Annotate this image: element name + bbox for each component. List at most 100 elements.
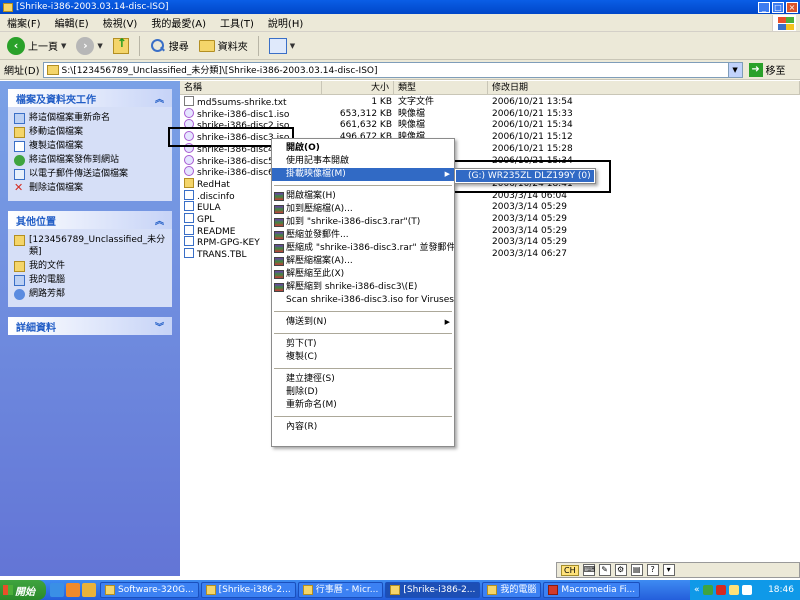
menu-edit[interactable]: 編輯(E) — [48, 15, 96, 30]
context-menu-item[interactable]: 壓縮並發郵件... — [272, 229, 454, 242]
tray-volume-icon[interactable] — [728, 585, 739, 595]
file-name: md5sums-shrike.txt — [197, 98, 287, 108]
menu-tools[interactable]: 工具(T) — [213, 15, 261, 30]
address-value: S:\[123456789_Unclassified_未分類]\[Shrike-… — [61, 66, 378, 76]
globe-icon — [14, 155, 25, 166]
task-pane: 檔案及資料夾工作 ︽ 將這個檔案重新命名 移動這個檔案 複製這個檔案 將這個檔案… — [0, 81, 180, 576]
minimize-button[interactable]: _ — [758, 1, 770, 13]
taskbar-button-software[interactable]: Software-320G... — [100, 582, 199, 598]
taskbar-button-shrike-2[interactable]: [Shrike-i386-2... — [385, 582, 481, 598]
close-button[interactable]: × — [786, 1, 798, 13]
back-button[interactable]: ‹ 上一頁 ▼ — [4, 35, 69, 57]
context-menu-item[interactable]: 加到 "shrike-i386-disc3.rar"(T) — [272, 216, 454, 229]
menu-help[interactable]: 說明(H) — [261, 15, 310, 30]
details-header[interactable]: 詳細資料 ︾ — [8, 317, 172, 335]
collapse-icon[interactable]: ︽ — [155, 92, 164, 105]
task-delete[interactable]: ✕ 刪除這個檔案 — [14, 181, 166, 195]
help-icon[interactable]: ? — [646, 564, 659, 576]
other-places-header[interactable]: 其他位置 ︽ — [8, 211, 172, 229]
taskbar-button-shrike-1[interactable]: [Shrike-i386-2... — [200, 582, 296, 598]
address-dropdown-button[interactable]: ▼ — [727, 62, 742, 77]
context-menu-item[interactable]: 刪除(D) — [272, 386, 454, 399]
context-menu-item[interactable]: 加到壓縮檔(A)... — [272, 203, 454, 216]
iso-file-icon — [184, 107, 194, 118]
file-type: 映像檔 — [398, 108, 426, 119]
taskbar-button-macromedia[interactable]: Macromedia Fi... — [543, 582, 641, 598]
folders-button[interactable]: 資料夾 — [196, 36, 251, 55]
ie-icon[interactable] — [50, 583, 64, 597]
context-menu-item[interactable]: 重新命名(M) — [272, 399, 454, 412]
context-menu-item[interactable]: 開啟檔案(H) — [272, 190, 454, 203]
tray-network-icon[interactable] — [702, 585, 713, 595]
winrar-icon — [274, 244, 284, 253]
maximize-button[interactable]: □ — [772, 1, 784, 13]
pad-icon[interactable]: ▤ — [630, 564, 643, 576]
file-row[interactable]: shrike-i386-disc1.iso 653,312 KB 映像檔 2006/1… — [180, 107, 800, 120]
forward-button[interactable]: › ▼ — [73, 35, 105, 57]
place-parent-folder[interactable]: [123456789_Unclassified_未分類] — [14, 233, 166, 259]
submenu-drive-item[interactable]: (G:) WR235ZL DLZ199Y (0) — [456, 170, 594, 182]
taskbar-button-calendar[interactable]: 行事曆 - Micr... — [297, 582, 384, 598]
winrar-icon — [274, 283, 284, 292]
context-menu-item[interactable]: 建立捷徑(S) — [272, 373, 454, 386]
context-menu-item[interactable]: 內容(R) — [272, 421, 454, 434]
context-menu-item[interactable]: 複製(C) — [272, 351, 454, 364]
context-menu-item[interactable]: 解壓縮至此(X) — [272, 268, 454, 281]
go-button[interactable]: ➜ 移至 — [748, 62, 786, 77]
tray-app-icon[interactable] — [741, 585, 752, 595]
title-bar[interactable]: [Shrike-i386-2003.03.14-disc-ISO] _ □ × — [0, 0, 800, 14]
language-indicator[interactable]: CH — [561, 564, 579, 576]
network-icon — [14, 289, 25, 300]
folder-icon — [390, 585, 401, 595]
context-menu-item[interactable]: 壓縮成 "shrike-i386-disc3.rar" 並發郵件 — [272, 242, 454, 255]
context-menu-item[interactable]: 剪下(T) — [272, 338, 454, 351]
tray-expand-icon[interactable]: « — [694, 585, 700, 595]
task-email[interactable]: 以電子郵件傳送這個檔案 — [14, 167, 166, 181]
flash-icon — [548, 585, 559, 595]
context-menu-item[interactable]: 解壓縮到 shrike-i386-disc3\(E) — [272, 281, 454, 294]
tools-icon[interactable]: ⚙ — [614, 564, 627, 576]
place-my-documents[interactable]: 我的文件 — [14, 259, 166, 273]
column-modified[interactable]: 修改日期 — [488, 81, 800, 95]
file-tasks-header[interactable]: 檔案及資料夾工作 ︽ — [8, 89, 172, 107]
computer-icon — [487, 585, 498, 595]
iso-file-icon — [184, 166, 194, 177]
context-menu-item[interactable]: 解壓縮檔案(A)... — [272, 255, 454, 268]
tray-shield-icon[interactable] — [715, 585, 726, 595]
pen-icon[interactable]: ✎ — [598, 564, 611, 576]
up-folder-button[interactable] — [110, 36, 132, 56]
outlook-icon[interactable] — [66, 583, 80, 597]
context-menu-item[interactable]: 開啟(O) — [272, 142, 454, 155]
column-name[interactable]: 名稱 — [180, 81, 322, 95]
task-rename[interactable]: 將這個檔案重新命名 — [14, 111, 166, 125]
menu-file[interactable]: 檔案(F) — [0, 15, 48, 30]
menu-view[interactable]: 檢視(V) — [96, 15, 145, 30]
task-move[interactable]: 移動這個檔案 — [14, 125, 166, 139]
task-publish[interactable]: 將這個檔案發佈到網站 — [14, 153, 166, 167]
context-menu-item[interactable]: 傳送到(N) ▶ — [272, 316, 454, 329]
views-button[interactable]: ▼ — [266, 36, 298, 56]
window-title: [Shrike-i386-2003.03.14-disc-ISO] — [16, 2, 169, 12]
browser-icon[interactable] — [82, 583, 96, 597]
menu-favorites[interactable]: 我的最愛(A) — [144, 15, 213, 30]
options-icon[interactable]: ▾ — [662, 564, 675, 576]
expand-icon[interactable]: ︾ — [155, 320, 164, 333]
context-menu-item[interactable]: 使用記事本開啟 — [272, 155, 454, 168]
keyboard-icon[interactable]: ⌨ — [582, 564, 595, 576]
search-button[interactable]: 搜尋 — [147, 36, 192, 56]
taskbar-button-my-computer[interactable]: 我的電腦 — [482, 582, 542, 598]
start-button[interactable]: 開始 — [0, 580, 46, 600]
place-network[interactable]: 網路芳鄰 — [14, 287, 166, 301]
collapse-icon[interactable]: ︽ — [155, 214, 164, 227]
address-input[interactable]: S:\[123456789_Unclassified_未分類]\[Shrike-… — [42, 61, 743, 78]
place-my-computer[interactable]: 我的電腦 — [14, 273, 166, 287]
column-size[interactable]: 大小 — [322, 81, 394, 95]
task-copy[interactable]: 複製這個檔案 — [14, 139, 166, 153]
folder-icon — [205, 585, 216, 595]
column-type[interactable]: 類型 — [394, 81, 488, 95]
file-row[interactable]: md5sums-shrike.txt 1 KB 文字文件 2006/10/21 13:… — [180, 96, 800, 108]
context-menu-item[interactable]: Scan shrike-i386-disc3.iso for Viruses — [272, 294, 454, 307]
file-date: 2003/3/14 05:29 — [492, 202, 567, 213]
context-menu-item[interactable]: 掛載映像檔(M) ▶ — [272, 168, 454, 181]
doc-file-icon — [184, 236, 194, 247]
